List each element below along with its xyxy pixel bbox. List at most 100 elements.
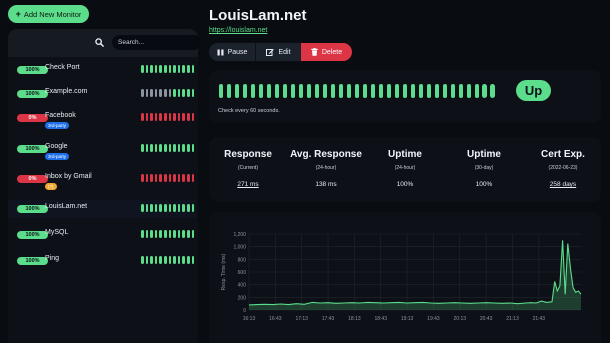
stat-sub: (24-hour) <box>315 165 337 171</box>
edit-button[interactable]: Edit <box>255 43 301 61</box>
monitor-url-link[interactable]: https://louislam.net <box>209 27 267 34</box>
monitor-list-item[interactable]: 0% Facebook 3rd-party <box>8 109 196 135</box>
heartbeat-beat <box>434 84 439 98</box>
chart-card: 0 200 400 600 800 1,000 1,200 16:13 16:43 17:13 17… <box>209 212 601 343</box>
heartbeat-beat <box>426 84 431 98</box>
heartbeat-beat <box>482 84 487 98</box>
x-tick-label: 17:43 <box>322 316 335 322</box>
heartbeat-beat <box>466 84 471 98</box>
status-badge: Up <box>516 80 551 101</box>
edit-label: Edit <box>278 48 291 56</box>
heartbeat-beat <box>177 256 181 264</box>
stat-sub: (24-hour) <box>394 165 416 171</box>
heartbeat-beat <box>402 84 408 98</box>
stat-label: Avg. Response <box>290 149 362 160</box>
heartbeat-beat <box>150 174 153 182</box>
response-time-area <box>249 240 581 310</box>
heartbeat-beat <box>154 144 158 152</box>
heartbeat-beat <box>141 174 144 182</box>
heartbeat-beat <box>159 256 162 264</box>
monitor-list-item[interactable]: 100% Check Port <box>8 61 196 79</box>
heartbeat-beat <box>168 204 172 212</box>
x-tick-label: 19:43 <box>427 316 440 322</box>
pause-label: Pause <box>227 48 248 56</box>
heartbeat-bar <box>141 144 195 152</box>
monitor-list-item[interactable]: 0% Inbox by Gmail (?) <box>8 170 196 196</box>
heartbeat-beat <box>186 65 190 73</box>
heartbeat-beat <box>191 256 195 264</box>
heartbeat-beat <box>290 84 296 98</box>
heartbeat-beat <box>173 256 176 264</box>
heartbeat-beat <box>150 204 153 212</box>
add-monitor-button[interactable]: + Add New Monitor <box>8 5 89 23</box>
heartbeat-beat <box>234 84 240 98</box>
monitor-list-item[interactable]: 100% LouisLam.net <box>8 200 196 218</box>
uptime-badge: 100% <box>17 205 48 213</box>
monitor-name: Google <box>45 143 68 150</box>
heartbeat-beat <box>141 113 144 121</box>
heartbeat-beat <box>168 144 172 152</box>
stat-value-link[interactable]: 271 ms <box>203 181 293 188</box>
heartbeat-beat <box>145 113 149 121</box>
heartbeat-beat <box>186 256 190 264</box>
heartbeat-beat <box>191 113 195 121</box>
uptime-badge: 0% <box>17 114 48 122</box>
x-tick-label: 21:43 <box>533 316 546 322</box>
stat-uptime-30d: Uptime (30-day) 100% <box>439 149 529 188</box>
delete-button[interactable]: Delete <box>301 43 352 61</box>
monitor-name: Example.com <box>45 88 88 95</box>
heartbeat-beat <box>191 174 195 182</box>
uptime-badge: 100% <box>17 231 48 239</box>
heartbeat-beat <box>145 204 149 212</box>
y-tick-label: 800 <box>238 257 247 263</box>
stat-sub: (2022-06-23) <box>548 165 578 171</box>
stat-uptime-24h: Uptime (24-hour) 100% <box>360 149 450 188</box>
heartbeat-beat <box>378 84 384 98</box>
heartbeat-beat <box>250 84 256 98</box>
stat-value: 100% <box>475 181 493 188</box>
heartbeat-beat <box>450 84 455 98</box>
monitor-list-item[interactable]: 100% MySQL <box>8 226 196 244</box>
heartbeat-beat <box>168 113 172 121</box>
monitor-list-item[interactable]: 100% Google 3rd-party <box>8 140 196 166</box>
heartbeat-bar <box>141 113 195 121</box>
edit-icon <box>266 49 275 56</box>
heartbeat-beat <box>150 256 153 264</box>
monitor-sidebar: 100%Check Port100%Example.com0%Facebook3… <box>8 29 201 343</box>
x-tick-label: 20:43 <box>480 316 493 322</box>
heartbeat-beat <box>458 84 463 98</box>
heartbeat-beat <box>145 65 149 73</box>
heartbeat-beat <box>177 113 181 121</box>
x-tick-label: 16:43 <box>269 316 282 322</box>
heartbeat-beat <box>418 84 423 98</box>
monitor-name: Check Port <box>45 64 80 71</box>
heartbeat-beat <box>191 65 195 73</box>
heartbeat-beat <box>362 84 368 98</box>
pause-button[interactable]: Pause <box>209 43 255 61</box>
heartbeat-beat <box>145 89 149 97</box>
heartbeat-beat <box>186 230 190 238</box>
heartbeat-beat <box>150 89 153 97</box>
y-tick-label: 1,200 <box>233 232 246 238</box>
heartbeat-bar <box>141 174 195 182</box>
monitor-list-item[interactable]: 100% Example.com <box>8 85 196 103</box>
stat-value-link[interactable]: 258 days <box>518 181 608 188</box>
heartbeat-beat <box>354 84 360 98</box>
heartbeat-beat <box>182 204 185 212</box>
trash-icon <box>311 48 318 56</box>
heartbeat-beat <box>186 113 190 121</box>
monitor-name: MySQL <box>45 229 69 236</box>
monitor-list-item[interactable]: 100% Ping <box>8 252 196 270</box>
heartbeat-beat <box>386 84 392 98</box>
search-input[interactable] <box>112 35 201 50</box>
heartbeat-beat <box>186 174 190 182</box>
heartbeat-beat <box>163 89 167 97</box>
stat-label: Response <box>224 149 272 160</box>
heartbeat-beat <box>145 144 149 152</box>
monitor-title: LouisLam.net <box>209 7 307 24</box>
heartbeat-beat <box>159 230 162 238</box>
heartbeat-beat <box>394 84 400 98</box>
heartbeat-beat <box>145 174 149 182</box>
heartbeat-beat <box>163 230 167 238</box>
heartbeat-beat <box>322 84 328 98</box>
